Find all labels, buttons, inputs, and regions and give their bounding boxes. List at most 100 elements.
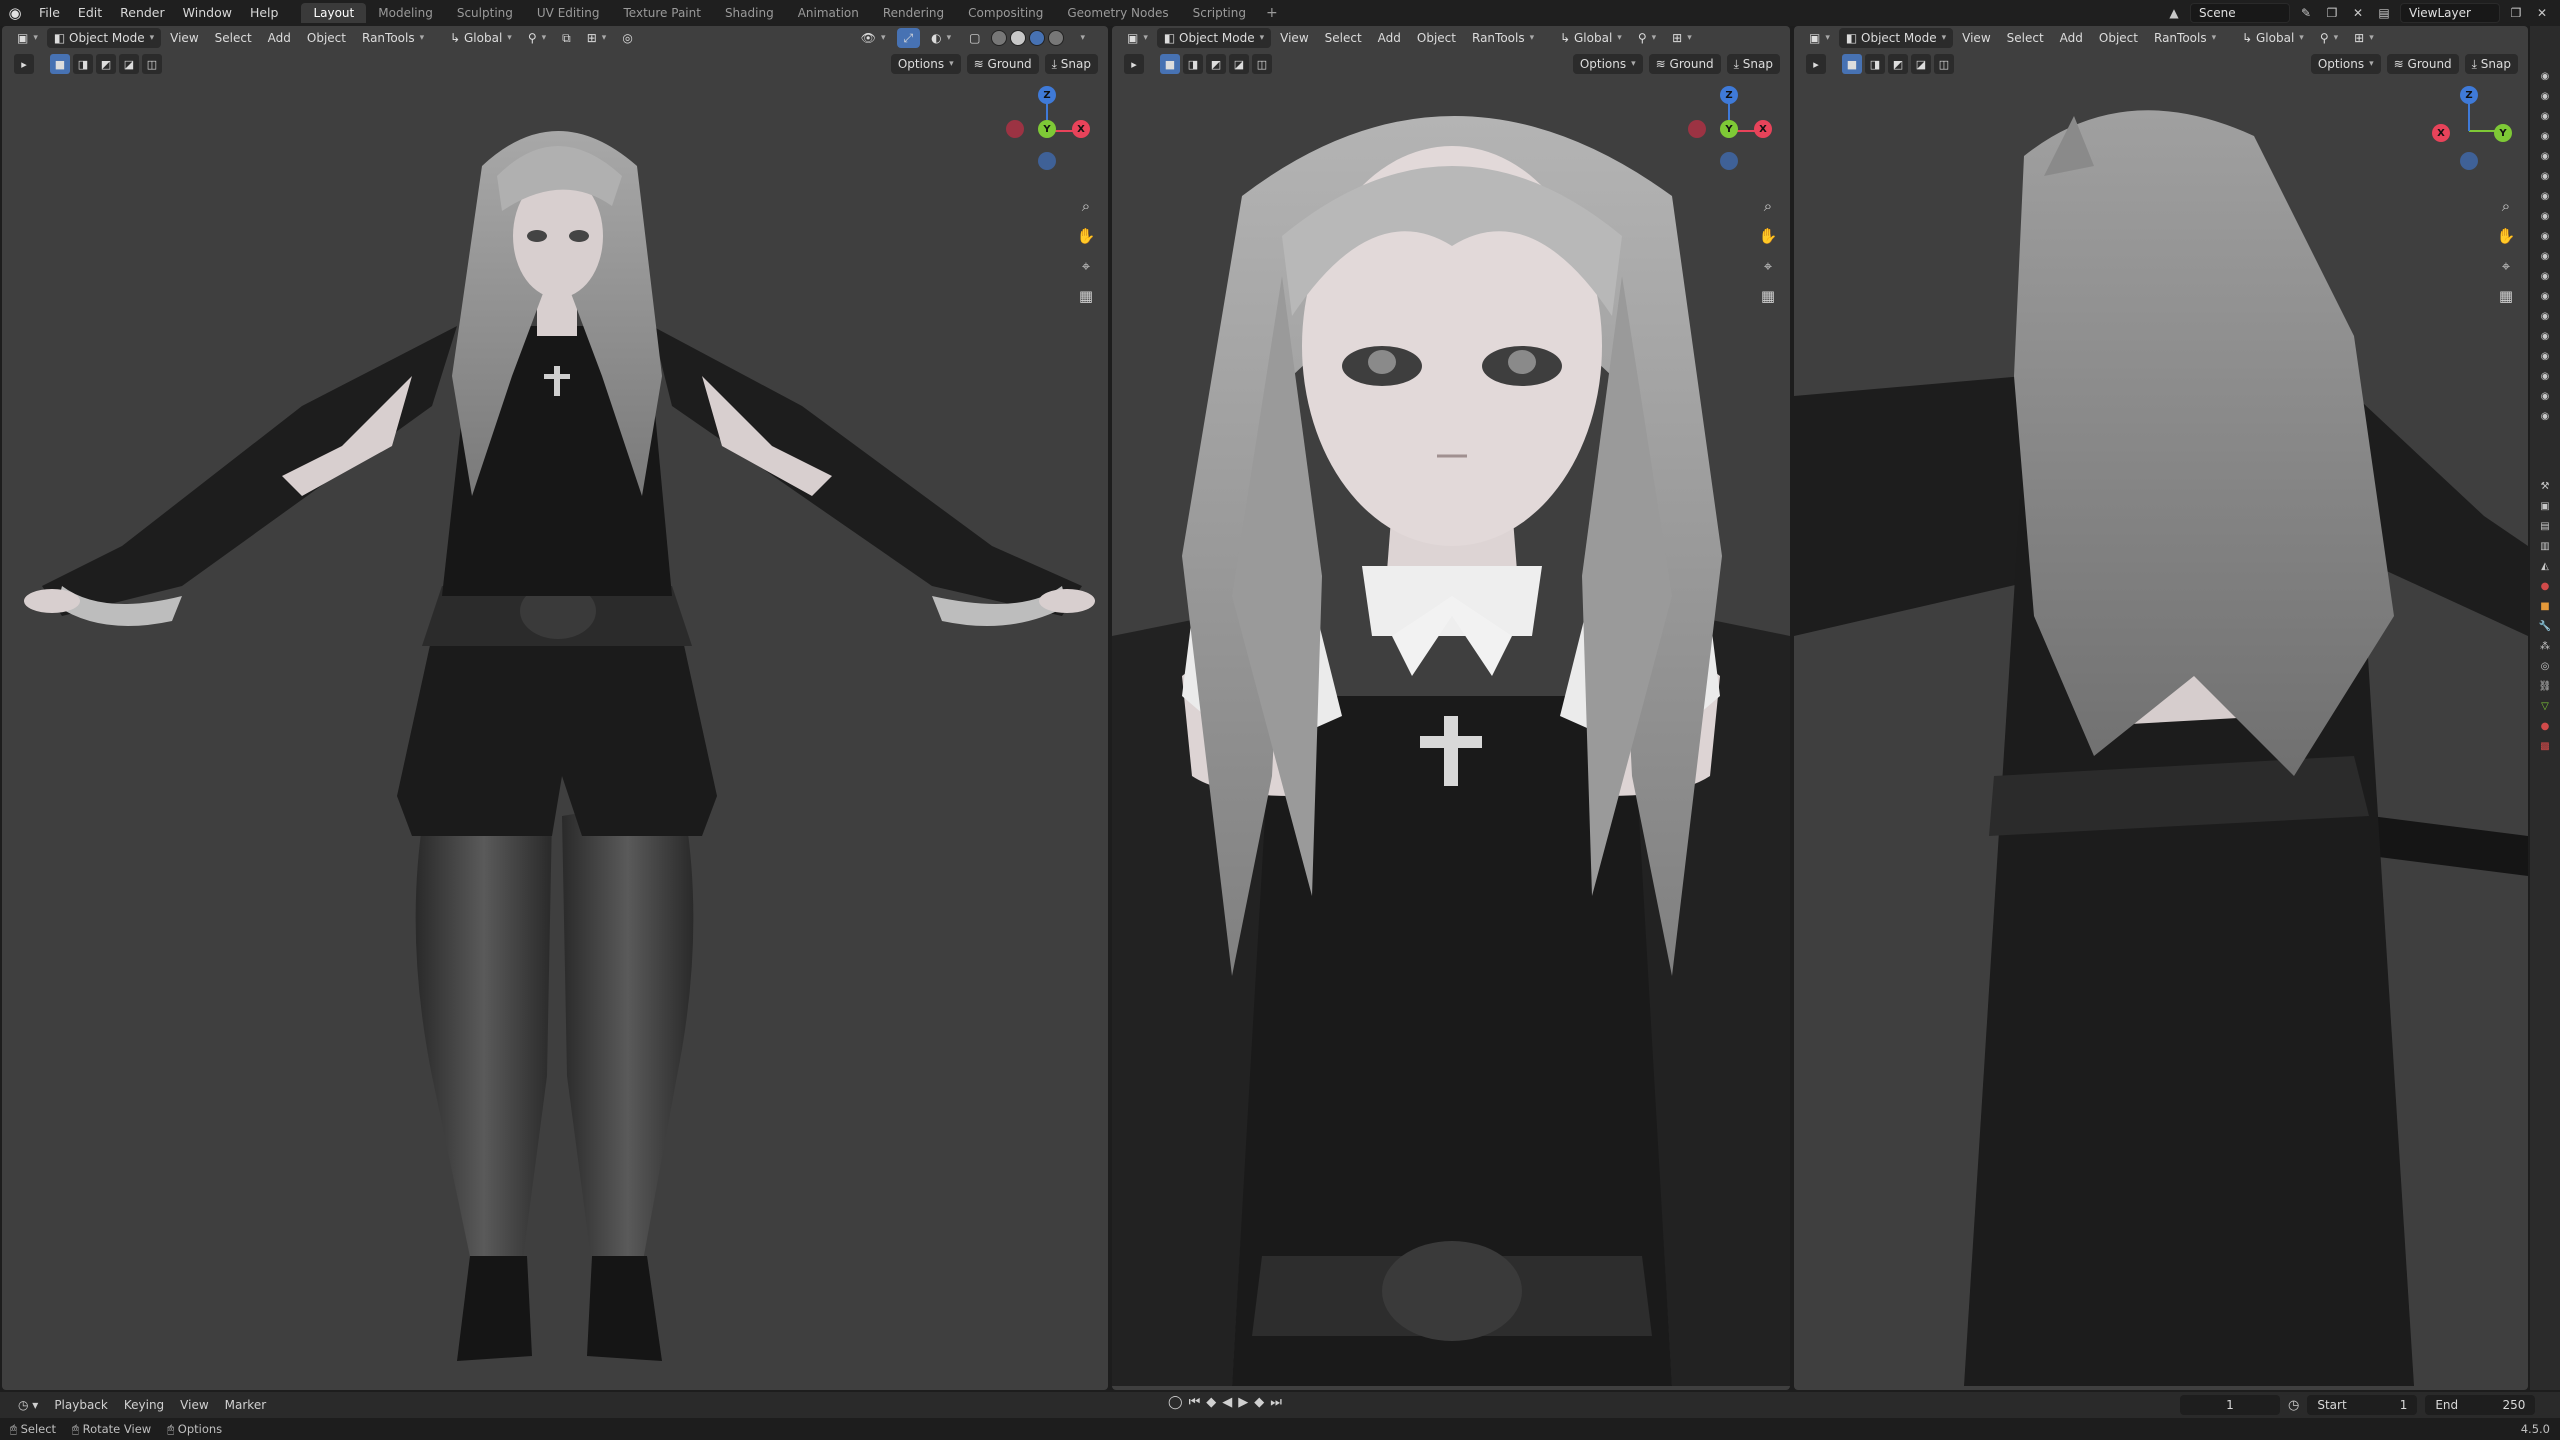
menu-view[interactable]: View — [163, 28, 205, 48]
editor-type-icon[interactable]: ▣ ▾ — [1120, 28, 1155, 48]
editor-type-icon[interactable]: ▣ ▾ — [1802, 28, 1837, 48]
select-intersect-icon[interactable]: ◫ — [1252, 54, 1272, 74]
menu-render[interactable]: Render — [111, 0, 174, 26]
camera-icon[interactable]: ◉ — [2535, 166, 2555, 186]
camera-icon[interactable]: ◉ — [2535, 306, 2555, 326]
jump-end-icon[interactable]: ⏭ — [1270, 1395, 1282, 1410]
texture-properties-icon[interactable]: ▩ — [2535, 736, 2555, 756]
menu-object[interactable]: Object — [300, 28, 353, 48]
wireframe-shading-icon[interactable] — [991, 30, 1008, 46]
new-scene-icon[interactable]: ❐ — [2322, 3, 2342, 23]
snap-button[interactable]: ⤓ Snap — [2464, 54, 2518, 74]
camera-icon[interactable]: ◉ — [2535, 226, 2555, 246]
select-extend-icon[interactable]: ◨ — [73, 54, 93, 74]
tab-geometry-nodes[interactable]: Geometry Nodes — [1055, 3, 1180, 23]
remove-scene-icon[interactable]: ✕ — [2348, 3, 2368, 23]
viewport-front[interactable]: ▣ ▾ ◧ Object Mode ▾ View Select Add Object… — [2, 26, 1108, 1390]
tab-rendering[interactable]: Rendering — [871, 3, 956, 23]
scene-selector[interactable]: Scene — [2190, 3, 2290, 23]
camera-icon[interactable]: ◉ — [2535, 346, 2555, 366]
play-reverse-icon[interactable]: ◀ — [1222, 1395, 1232, 1410]
start-frame-field[interactable]: Start 1 — [2307, 1395, 2418, 1415]
constraint-properties-icon[interactable]: ⛓ — [2535, 676, 2555, 696]
remove-view-layer-icon[interactable]: ✕ — [2532, 3, 2552, 23]
mode-selector[interactable]: ◧ Object Mode ▾ — [46, 28, 162, 48]
menu-add[interactable]: Add — [2053, 28, 2090, 48]
new-view-layer-icon[interactable]: ❐ — [2506, 3, 2526, 23]
modifier-properties-icon[interactable]: 🔧 — [2535, 616, 2555, 636]
menu-object[interactable]: Object — [1410, 28, 1463, 48]
menu-view[interactable]: View — [1273, 28, 1315, 48]
gizmo-toggle-icon[interactable]: ⤢ — [896, 28, 921, 48]
physics-properties-icon[interactable]: ◎ — [2535, 656, 2555, 676]
menu-edit[interactable]: Edit — [69, 0, 111, 26]
camera-icon[interactable]: ◉ — [2535, 386, 2555, 406]
overlay-toggle-icon[interactable]: ◐ ▾ — [924, 28, 958, 48]
editor-type-icon[interactable]: ▣ ▾ — [10, 28, 45, 48]
mode-selector[interactable]: ◧ Object Mode ▾ — [1838, 28, 1954, 48]
orientation-selector[interactable]: ↳ Global ▾ — [443, 28, 519, 48]
select-tool-icon[interactable]: ▸ — [1806, 54, 1826, 74]
snap-target-icon[interactable]: ⊞ ▾ — [580, 28, 614, 48]
snap-toggle-icon[interactable]: ⧉ — [555, 28, 578, 48]
end-frame-field[interactable]: End 250 — [2425, 1395, 2536, 1415]
object-properties-icon[interactable]: ■ — [2535, 596, 2555, 616]
solid-shading-icon[interactable] — [1010, 30, 1027, 46]
select-intersect-icon[interactable]: ◫ — [142, 54, 162, 74]
select-subtract-icon[interactable]: ◩ — [1888, 54, 1908, 74]
camera-icon[interactable]: ◉ — [2535, 86, 2555, 106]
play-icon[interactable]: ▶ — [1238, 1395, 1248, 1410]
select-invert-icon[interactable]: ◪ — [1229, 54, 1249, 74]
camera-icon[interactable]: ◉ — [2535, 286, 2555, 306]
select-invert-icon[interactable]: ◪ — [1911, 54, 1931, 74]
pivot-icon[interactable]: ⚲ ▾ — [2313, 28, 2345, 48]
tab-animation[interactable]: Animation — [786, 3, 871, 23]
tab-shading[interactable]: Shading — [713, 3, 786, 23]
xray-icon[interactable]: ▢ — [962, 28, 987, 48]
particle-properties-icon[interactable]: ⁂ — [2535, 636, 2555, 656]
menu-rantools[interactable]: RanTools ▾ — [1465, 28, 1541, 48]
tab-scripting[interactable]: Scripting — [1181, 3, 1258, 23]
tab-uv-editing[interactable]: UV Editing — [525, 3, 612, 23]
clock-icon[interactable]: ◷ — [2288, 1398, 2299, 1413]
render-properties-icon[interactable]: ▣ — [2535, 496, 2555, 516]
material-shading-icon[interactable] — [1029, 30, 1046, 46]
camera-icon[interactable]: ◉ — [2535, 126, 2555, 146]
select-subtract-icon[interactable]: ◩ — [96, 54, 116, 74]
menu-view[interactable]: View — [1955, 28, 1997, 48]
select-extend-icon[interactable]: ◨ — [1183, 54, 1203, 74]
options-dropdown[interactable]: Options ▾ — [2310, 54, 2381, 74]
tab-layout[interactable]: Layout — [301, 3, 367, 23]
menu-select[interactable]: Select — [208, 28, 259, 48]
prev-keyframe-icon[interactable]: ◆ — [1206, 1395, 1216, 1410]
view-layer-selector[interactable]: ViewLayer — [2400, 3, 2500, 23]
menu-rantools[interactable]: RanTools ▾ — [2147, 28, 2223, 48]
tab-sculpting[interactable]: Sculpting — [445, 3, 525, 23]
add-workspace-icon[interactable]: + — [1258, 5, 1286, 21]
select-new-icon[interactable]: ■ — [1842, 54, 1862, 74]
proportional-edit-icon[interactable]: ◎ — [615, 28, 639, 48]
menu-select[interactable]: Select — [1318, 28, 1369, 48]
menu-help[interactable]: Help — [241, 0, 288, 26]
pivot-icon[interactable]: ⚲ ▾ — [1631, 28, 1663, 48]
select-intersect-icon[interactable]: ◫ — [1934, 54, 1954, 74]
tab-texture-paint[interactable]: Texture Paint — [612, 3, 713, 23]
select-invert-icon[interactable]: ◪ — [119, 54, 139, 74]
blender-logo-icon[interactable]: ◉ — [0, 0, 30, 26]
camera-icon[interactable]: ◉ — [2535, 146, 2555, 166]
shading-options-icon[interactable]: ▾ — [1068, 28, 1092, 48]
tool-properties-icon[interactable]: ⚒ — [2535, 476, 2555, 496]
menu-file[interactable]: File — [30, 0, 69, 26]
marker-menu[interactable]: Marker — [217, 1398, 274, 1412]
view-layer-properties-icon[interactable]: ▥ — [2535, 536, 2555, 556]
options-dropdown[interactable]: Options ▾ — [890, 54, 961, 74]
viewport-back[interactable]: ▣ ▾ ◧ Object Mode ▾ View Select Add Object… — [1794, 26, 2528, 1390]
snap-button[interactable]: ⤓ Snap — [1726, 54, 1780, 74]
orientation-selector[interactable]: ↳ Global ▾ — [1553, 28, 1629, 48]
menu-window[interactable]: Window — [174, 0, 241, 26]
camera-icon[interactable]: ◉ — [2535, 266, 2555, 286]
playback-menu[interactable]: Playback — [46, 1398, 116, 1412]
select-tool-icon[interactable]: ▸ — [14, 54, 34, 74]
menu-rantools[interactable]: RanTools ▾ — [355, 28, 431, 48]
orientation-selector[interactable]: ↳ Global ▾ — [2235, 28, 2311, 48]
